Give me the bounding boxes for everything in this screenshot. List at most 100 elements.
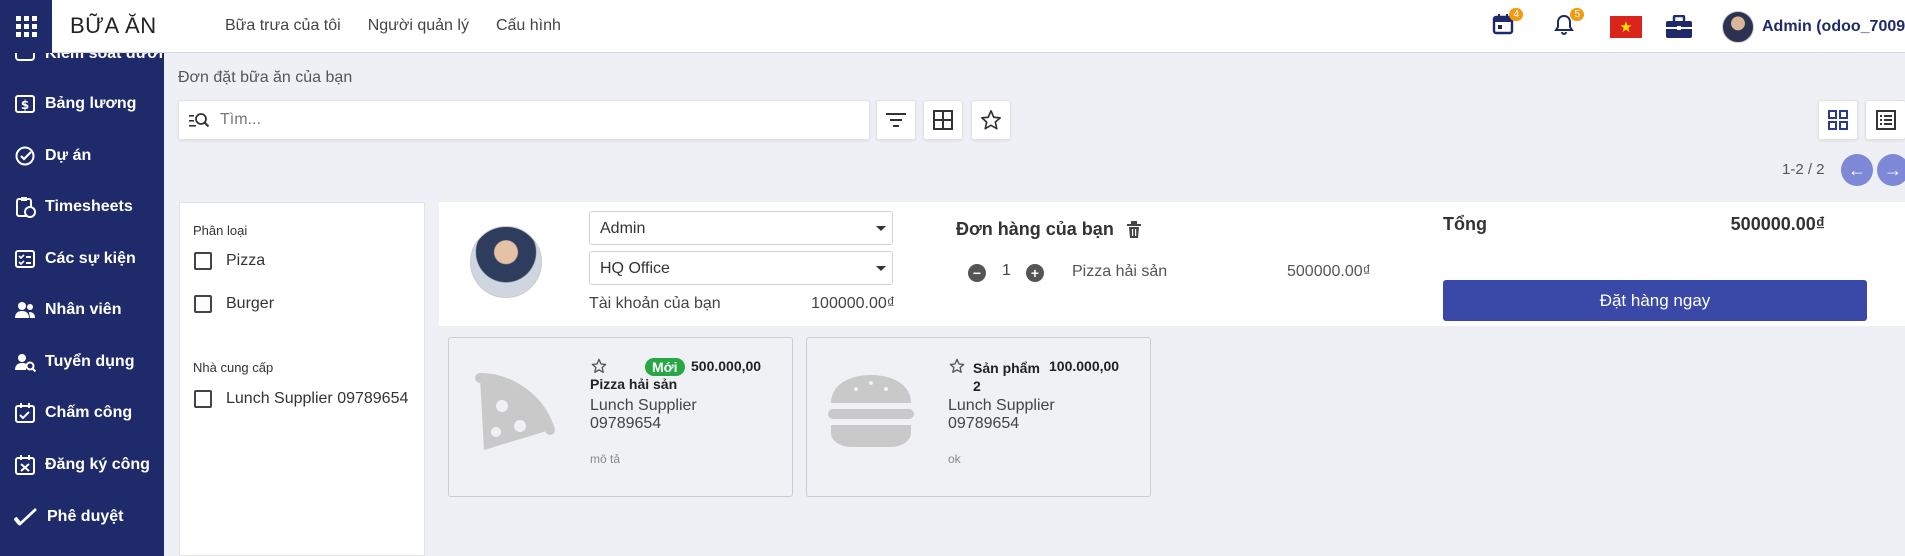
sidebar-item-label: Các sự kiện [45,250,136,267]
total-label: Tổng [1443,214,1487,234]
caret-down-icon [876,266,886,271]
sidebar-item-timesheets[interactable]: Timesheets [14,196,133,218]
order-summary-bar: Admin HQ Office Tài khoản của bạn 100000… [439,202,1905,326]
access-control-icon [15,53,35,61]
kanban-view-button[interactable] [1818,100,1858,140]
caret-down-icon [876,226,886,231]
app-title: BỮA ĂN [70,13,157,38]
favorites-button[interactable] [971,100,1011,140]
project-check-icon [15,146,35,166]
product-card[interactable]: Mới 500.000,00 Pizza hải sản Lunch Suppl… [448,337,793,497]
total-value: 500000.00₫ [1730,214,1825,234]
search-bar [178,100,870,140]
svg-text:$: $ [21,98,29,112]
sidebar-item-label: Timesheets [45,198,133,215]
app-menu-button[interactable] [0,0,52,53]
checkbox[interactable] [194,295,212,313]
calendar-icon: 4 [1492,8,1523,40]
kanban-grid-icon [1828,110,1848,130]
decrease-quantity-button[interactable]: − [968,264,986,282]
search-input[interactable] [220,111,820,129]
breadcrumb: Đơn đặt bữa ăn của bạn [178,69,353,86]
notification-count-badge: 5 [1570,8,1584,21]
product-supplier: Lunch Supplier 09789654 [590,397,697,432]
menu-configuration[interactable]: Cấu hình [496,17,561,35]
user-avatar [1722,10,1754,43]
supplier-filter-item[interactable]: Lunch Supplier 09789654 [194,390,408,408]
bell-icon: 5 [1553,8,1584,40]
product-card[interactable]: Sản phẩm 2 100.000,00 Lunch Supplier 097… [806,337,1151,497]
menu-manager[interactable]: Người quản lý [368,17,469,35]
order-now-button[interactable]: Đặt hàng ngay [1443,280,1867,321]
vietnam-flag-icon: ★ [1610,15,1642,38]
sidebar-item-registration[interactable]: Đăng ký công [14,454,150,476]
filter-label: Burger [226,295,275,312]
top-navbar: BỮA ĂN Bữa trưa của tôi Người quản lý Cấ… [0,0,1905,53]
list-view-button[interactable] [1865,100,1905,140]
user-select[interactable]: Admin [589,211,893,245]
employees-icon [15,302,35,318]
location-select[interactable]: HQ Office [589,251,893,285]
favorite-star-icon[interactable] [949,358,965,374]
sidebar-item-label: Đăng ký công [45,456,150,473]
account-label: Tài khoản của bạn [589,295,721,312]
sidebar-item-attendance[interactable]: Chấm công [14,402,132,424]
sidebar-item-label: Bảng lương [45,95,137,112]
sidebar-item-projects[interactable]: Dự án [14,145,91,167]
account-balance: 100000.00₫ [811,295,895,312]
pizza-icon [463,356,563,466]
user-name: Admin (odoo_7009) [1762,17,1905,35]
pager-value[interactable]: 1-2 / 2 [1782,161,1825,178]
pager-previous-button[interactable]: ← [1841,154,1873,186]
payroll-icon: $ [15,95,35,113]
order-title: Đơn hàng của bạn [956,219,1142,240]
burger-icon [821,356,921,466]
arrow-left-icon: ← [1848,159,1866,180]
sidebar-item-access-control[interactable]: Kiểm soát dươn [14,53,164,65]
star-icon [981,110,1001,130]
product-description: mô tả [590,452,621,466]
group-by-button[interactable] [923,100,963,140]
line-quantity: 1 [1002,262,1011,279]
order-title-text: Đơn hàng của bạn [956,219,1114,239]
filter-button[interactable] [876,100,916,140]
pager-next-button[interactable]: → [1877,154,1905,186]
sidebar-item-employees[interactable]: Nhân viên [14,299,121,321]
increase-quantity-button[interactable]: + [1026,264,1044,282]
trash-icon[interactable] [1126,220,1142,239]
sidebar: Kiểm soát dươn $ Bảng lương Dự án Timesh… [0,53,164,556]
briefcase-icon [1666,14,1692,38]
user-menu[interactable]: Admin (odoo_7009) [1722,0,1905,53]
timesheet-clipboard-icon [16,197,36,218]
filter-label: Pizza [226,252,266,269]
location-select-value: HQ Office [600,260,670,277]
sidebar-item-payroll[interactable]: $ Bảng lương [14,93,136,115]
calendar-systray[interactable]: 4 [1492,0,1523,53]
company-switcher[interactable] [1665,0,1693,53]
sidebar-item-events[interactable]: Các sự kiện [14,248,136,270]
category-filter-title: Phân loại [193,223,248,238]
favorite-star-icon[interactable] [591,358,607,374]
attendance-calendar-icon [15,403,35,423]
grid-layers-icon [933,110,953,130]
filter-label: Lunch Supplier 09789654 [226,390,409,407]
checkbox[interactable] [194,252,212,270]
sidebar-item-recruitment[interactable]: Tuyển dụng [14,351,134,373]
supplier-filter-title: Nhà cung cấp [193,360,274,375]
sidebar-item-label: Kiểm soát dươn [45,53,164,62]
category-filter-pizza[interactable]: Pizza [194,252,265,270]
product-description: ok [948,452,961,466]
notifications-systray[interactable]: 5 [1553,0,1584,53]
product-price: 500.000,00 [691,358,762,374]
events-list-icon [15,250,35,268]
top-menu: Bữa trưa của tôi Người quản lý Cấu hình [225,17,561,35]
checkbox[interactable] [194,390,212,408]
product-name: Pizza hải sản [590,376,678,392]
sidebar-item-approval[interactable]: Phê duyệt [14,506,123,528]
line-product: Pizza hải sản [1072,263,1168,280]
search-icon [189,113,210,128]
menu-my-lunch[interactable]: Bữa trưa của tôi [225,17,341,35]
category-filter-burger[interactable]: Burger [194,295,274,313]
new-badge: Mới [645,358,685,376]
language-switcher[interactable]: ★ [1610,0,1642,53]
